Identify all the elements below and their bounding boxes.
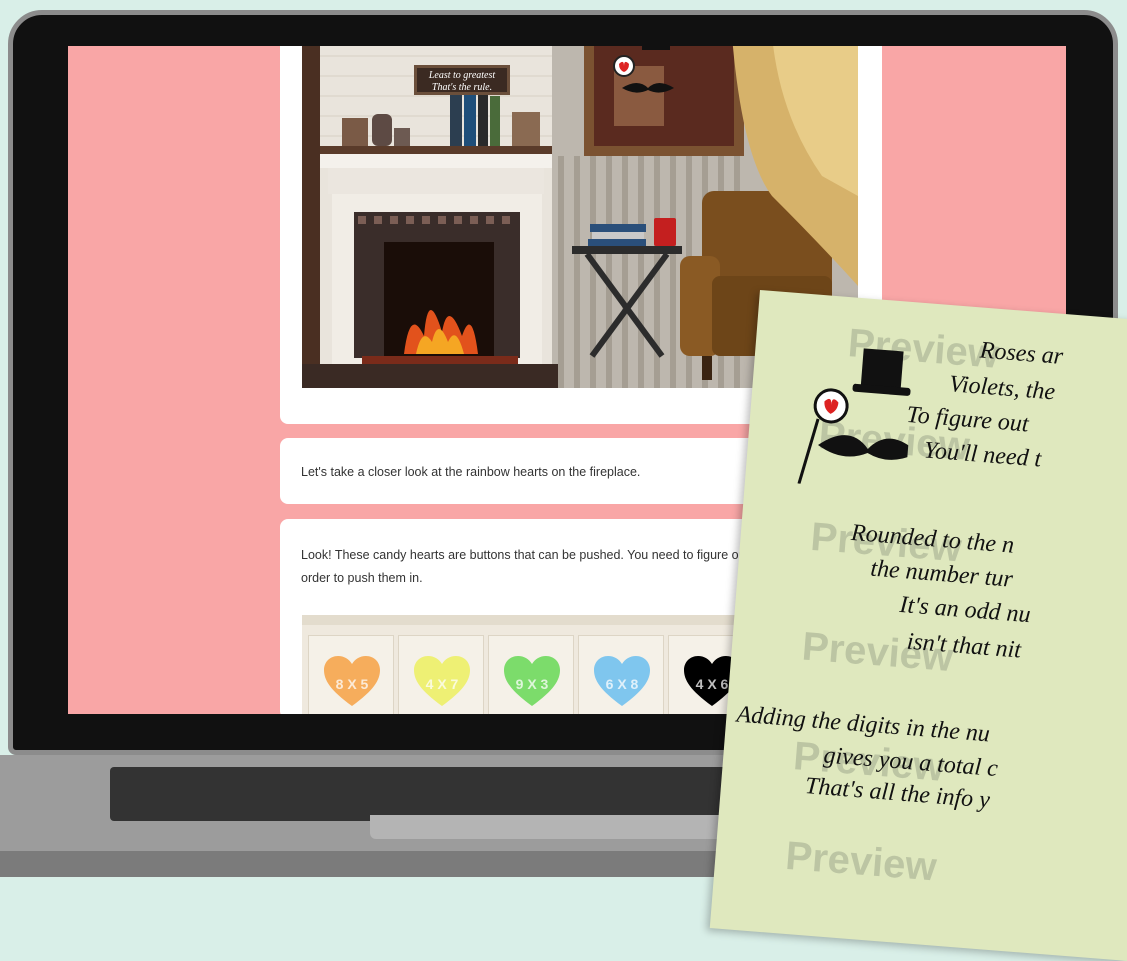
- heart-button-1[interactable]: 8 X 5: [308, 635, 394, 714]
- note-line-7: It's an odd nu: [898, 591, 1032, 629]
- heart-label-2: 4 X 7: [425, 676, 459, 692]
- candy-hearts-text: Look! These candy hearts are buttons tha…: [301, 548, 779, 585]
- heart-label-4: 6 X 8: [605, 676, 639, 692]
- heart-label-3: 9 X 3: [515, 676, 549, 692]
- description-text: Let's take a closer look at the rainbow …: [301, 465, 641, 479]
- monocle-mustache-icon: [797, 348, 917, 485]
- heart-label-1: 8 X 5: [335, 676, 369, 692]
- sign-line-2: That's the rule.: [431, 82, 493, 93]
- preview-watermark: Preview: [783, 833, 939, 890]
- heart-button-2[interactable]: 4 X 7: [398, 635, 484, 714]
- note-line-2: Violets, the: [948, 371, 1057, 406]
- heart-button-3[interactable]: 9 X 3: [488, 635, 574, 714]
- riddle-note-card: Preview Preview Preview Preview Preview …: [709, 290, 1127, 961]
- heart-button-4[interactable]: 6 X 8: [578, 635, 664, 714]
- note-line-6: the number tur: [869, 555, 1014, 593]
- least-to-greatest-sign: Least to greatest That's the rule.: [414, 65, 510, 95]
- sign-line-1: Least to greatest: [428, 70, 496, 81]
- trackpad: [370, 815, 750, 839]
- note-line-4: You'll need t: [922, 437, 1043, 473]
